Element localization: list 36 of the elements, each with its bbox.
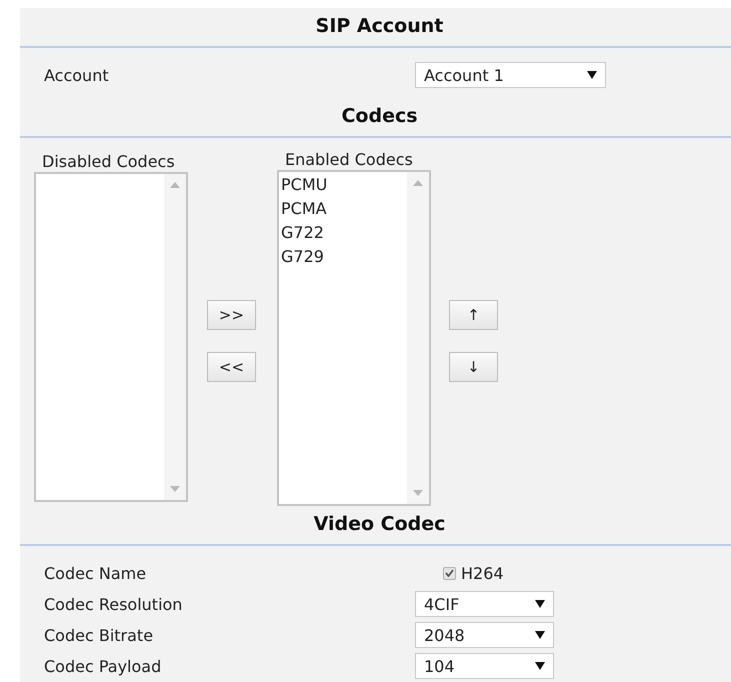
section-title: Codecs <box>340 104 419 128</box>
list-item[interactable]: G729 <box>281 245 405 269</box>
caret-icon <box>535 631 545 639</box>
dropdown[interactable]: Account 1 <box>415 62 606 88</box>
list-item[interactable]: G722 <box>281 221 405 245</box>
checkmark-icon <box>445 569 454 577</box>
section-title: SIP Account <box>314 14 444 38</box>
field-label: Codec Bitrate <box>44 626 154 644</box>
move-button[interactable]: >> <box>207 300 256 330</box>
move-button[interactable]: << <box>207 352 256 382</box>
field-label: Account <box>44 66 110 84</box>
section-title: Video Codec <box>312 512 446 536</box>
scrollbar[interactable] <box>164 174 186 500</box>
checkbox-label: H264 <box>461 564 504 582</box>
list-item[interactable]: PCMU <box>281 173 405 197</box>
list-label: Enabled Codecs <box>284 150 414 170</box>
dropdown[interactable]: 4CIF <box>415 591 554 617</box>
caret-icon <box>535 662 545 670</box>
codec-list[interactable]: PCMU PCMA G722 G729 <box>277 170 431 506</box>
caret-icon <box>535 600 545 608</box>
scroll-up-icon <box>170 182 180 188</box>
codec-list[interactable] <box>34 172 188 502</box>
scrollbar[interactable] <box>407 172 429 504</box>
field-label: Codec Name <box>44 564 148 582</box>
move-button[interactable]: ↑ <box>449 300 498 330</box>
field-label: Codec Resolution <box>44 594 184 614</box>
move-button[interactable]: ↓ <box>449 352 498 382</box>
caret-icon <box>587 71 597 79</box>
scroll-up-icon <box>413 180 423 186</box>
dropdown[interactable]: 104 <box>415 653 554 679</box>
dropdown[interactable]: 2048 <box>415 622 554 648</box>
list-item[interactable]: PCMA <box>281 197 405 221</box>
field-label: Codec Payload <box>44 656 162 676</box>
list-label: Disabled Codecs <box>41 152 176 172</box>
scroll-down-icon <box>170 486 180 492</box>
scroll-down-icon <box>413 490 423 496</box>
